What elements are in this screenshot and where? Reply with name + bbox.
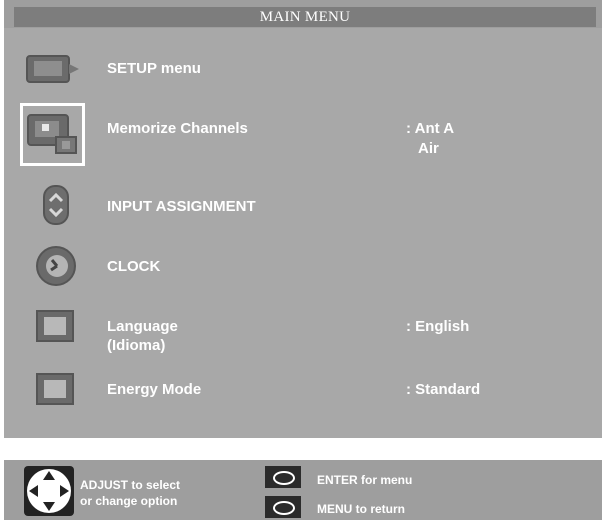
menu-title: MAIN MENU [14,7,596,27]
dpad-button[interactable] [24,466,74,516]
clock-icon [36,246,76,286]
menu-panel [4,28,602,438]
enter-hint: ENTER for menu [317,473,413,487]
energy-mode-icon [36,373,74,405]
adjust-hint-line1: ADJUST to select [80,478,181,492]
menu-item-sublabel: (Idioma) [107,337,166,354]
setup-monitor-icon [26,55,79,83]
memorize-channels-icon [27,114,77,154]
antenna-type-value: Air [418,140,439,157]
menu-item-label: INPUT ASSIGNMENT [107,198,256,215]
menu-hint: MENU to return [317,502,405,516]
menu-item-label: Memorize Channels [107,120,248,137]
separator-bar [4,438,602,460]
antenna-value: : Ant A [406,120,455,137]
language-value: : English [406,318,470,335]
menu-item-label: SETUP menu [107,60,201,77]
enter-button[interactable] [265,466,301,488]
input-assignment-icon [43,185,69,225]
menu-item-label: Energy Mode [107,381,202,398]
menu-button[interactable] [265,496,301,518]
language-icon [36,310,74,342]
menu-item-label: Language [107,318,178,335]
menu-item-label: CLOCK [107,258,161,275]
energy-value: : Standard [406,381,481,398]
dpad-icon [27,469,71,513]
adjust-hint-line2: or change option [80,494,178,508]
